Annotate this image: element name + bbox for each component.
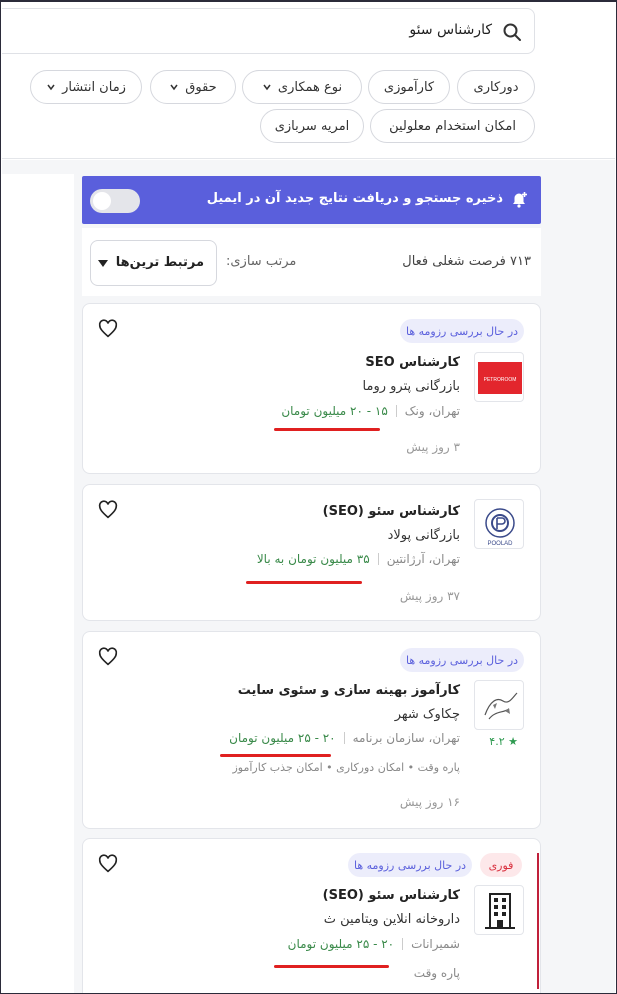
left-panel <box>2 160 74 994</box>
job-meta: تهران، ونک ۱۵ - ۲۰ میلیون تومان <box>281 404 460 418</box>
sort-label: مرتب سازی: <box>226 254 297 269</box>
sort-value: مرتبط ترین‌ها <box>115 255 204 270</box>
job-location: تهران، آرژانتین <box>386 552 460 566</box>
company-logo: PETROROOM <box>474 352 524 402</box>
caret-down-icon <box>98 260 108 267</box>
save-search-banner: ذخیره جستجو و دریافت نتایج جدید آن در ای… <box>82 176 541 224</box>
job-title[interactable]: کارشناس سئو (SEO) <box>323 504 460 519</box>
svg-text:PETROROOM: PETROROOM <box>484 377 517 383</box>
filters-section: کارشناس سئو دورکاری کارآموزی نوع همکاری … <box>2 2 615 159</box>
heart-icon[interactable] <box>97 853 119 875</box>
post-date: ۳ روز پیش <box>406 440 460 454</box>
job-card[interactable]: فوری در حال بررسی رزومه ها کارشناس سئو (… <box>82 838 541 994</box>
filter-internship[interactable]: کارآموزی <box>368 70 450 104</box>
filter-salary[interactable]: حقوق <box>150 70 236 104</box>
filter-job-type[interactable]: نوع همکاری <box>242 70 362 104</box>
urgent-badge: فوری <box>480 853 522 877</box>
job-meta: شمیرانات ۲۰ - ۲۵ میلیون تومان <box>288 937 460 951</box>
sort-bar: ۷۱۳ فرصت شغلی فعال مرتب سازی: مرتبط ترین… <box>82 228 541 296</box>
post-date: ۱۶ روز پیش <box>399 795 460 809</box>
search-box[interactable]: کارشناس سئو <box>2 8 535 54</box>
building-icon <box>474 885 524 935</box>
heart-icon[interactable] <box>97 318 119 340</box>
status-badge: در حال بررسی رزومه ها <box>400 319 524 343</box>
job-card[interactable]: در حال بررسی رزومه ها ★ ۴.۲ کارآموز بهین… <box>82 631 541 829</box>
annotation-underline <box>220 754 331 757</box>
company-name[interactable]: داروخانه انلاین ویتامین ث <box>324 912 460 927</box>
annotation-bar <box>537 853 539 989</box>
chevron-down-icon <box>170 84 178 91</box>
star-icon: ★ <box>508 735 518 748</box>
company-logo <box>474 680 524 730</box>
job-count: ۷۱۳ فرصت شغلی فعال <box>402 254 531 269</box>
job-salary: ۳۵ میلیون تومان به بالا <box>256 552 370 566</box>
job-tags: پاره وقت <box>413 966 460 980</box>
search-query[interactable]: کارشناس سئو <box>409 22 492 38</box>
job-location: تهران، سازمان برنامه <box>352 731 460 745</box>
save-search-label: ذخیره جستجو و دریافت نتایج جدید آن در ای… <box>206 191 503 206</box>
job-salary: ۲۰ - ۲۵ میلیون تومان <box>229 731 336 745</box>
job-location: تهران، ونک <box>404 404 460 418</box>
job-salary: ۱۵ - ۲۰ میلیون تومان <box>281 404 388 418</box>
company-rating: ★ ۴.۲ <box>489 735 518 748</box>
status-badge: در حال بررسی رزومه ها <box>400 648 524 672</box>
post-date: ۳۷ روز پیش <box>399 589 460 603</box>
chevron-down-icon <box>263 84 271 91</box>
job-salary: ۲۰ - ۲۵ میلیون تومان <box>287 937 395 951</box>
job-location: شمیرانات <box>411 937 460 951</box>
job-tags: پاره وقت • امکان دورکاری • امکان جذب کار… <box>232 761 460 774</box>
job-card[interactable]: POOLAD کارشناس سئو (SEO) بازرگانی پولاد … <box>82 484 541 621</box>
bell-plus-icon <box>513 192 527 208</box>
job-title[interactable]: کارآموز بهینه سازی و سئوی سایت <box>238 683 460 698</box>
job-meta: تهران، آرژانتین ۳۵ میلیون تومان به بالا <box>257 552 460 566</box>
annotation-underline <box>274 965 389 968</box>
company-name[interactable]: بازرگانی پترو روما <box>363 379 460 394</box>
filter-remote[interactable]: دورکاری <box>457 70 535 104</box>
svg-text:POOLAD: POOLAD <box>487 541 513 547</box>
search-icon[interactable] <box>502 22 522 42</box>
job-meta: تهران، سازمان برنامه ۲۰ - ۲۵ میلیون توما… <box>229 731 460 745</box>
company-logo: POOLAD <box>474 499 524 549</box>
filter-military-service[interactable]: امریه سربازی <box>260 109 364 143</box>
job-card[interactable]: در حال بررسی رزومه ها PETROROOM کارشناس … <box>82 303 541 474</box>
email-alert-toggle[interactable] <box>90 189 140 213</box>
sort-select[interactable]: مرتبط ترین‌ها <box>90 240 217 286</box>
job-title[interactable]: کارشناس سئو (SEO) <box>323 888 460 903</box>
annotation-underline <box>274 428 380 431</box>
chevron-down-icon <box>47 84 55 91</box>
annotation-underline <box>246 581 362 584</box>
heart-icon[interactable] <box>97 646 119 668</box>
company-name[interactable]: بازرگانی پولاد <box>388 528 460 543</box>
filter-post-date[interactable]: زمان انتشار <box>30 70 142 104</box>
job-title[interactable]: کارشناس SEO <box>365 355 460 370</box>
heart-icon[interactable] <box>97 499 119 521</box>
company-name[interactable]: چکاوک شهر <box>395 707 460 722</box>
filter-disability-hiring[interactable]: امکان استخدام معلولین <box>370 109 535 143</box>
status-badge: در حال بررسی رزومه ها <box>348 853 472 877</box>
